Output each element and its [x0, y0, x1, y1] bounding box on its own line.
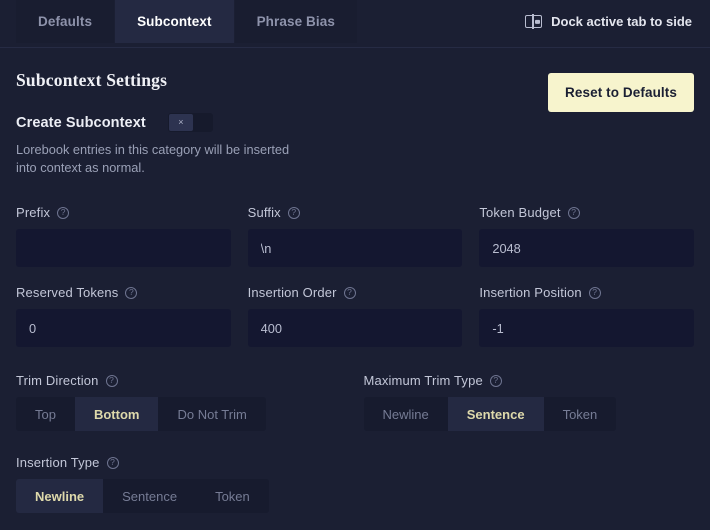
- segment-group-label-text: Insertion Type: [16, 455, 100, 471]
- segment-group-label-text: Trim Direction: [16, 373, 99, 389]
- field-label-text: Suffix: [247, 205, 281, 221]
- segment-group-label-text: Maximum Trim Type: [363, 373, 483, 389]
- field-label-insertion-position: Insertion Position?: [479, 285, 694, 300]
- settings-page: Reset to Defaults Subcontext Settings Cr…: [0, 70, 710, 514]
- input-reserved-tokens[interactable]: [16, 309, 231, 348]
- segment-trim-direction-bottom[interactable]: Bottom: [74, 397, 159, 432]
- create-subcontext-row: Create Subcontext ×: [16, 113, 694, 132]
- input-insertion-position[interactable]: [479, 309, 694, 348]
- toggle-knob-close-icon: ×: [168, 114, 193, 131]
- dock-button-label: Dock active tab to side: [551, 14, 692, 29]
- field-prefix: Prefix?: [16, 205, 231, 268]
- dock-active-tab-button[interactable]: Dock active tab to side: [525, 0, 692, 43]
- tab-bar: Defaults Subcontext Phrase Bias Dock activ…: [0, 0, 710, 48]
- field-insertion-position: Insertion Position?: [479, 285, 694, 348]
- settings-field-grid: Prefix?Suffix?Token Budget?Reserved Toke…: [16, 205, 694, 348]
- segmented-control-groups: Trim Direction? Top Bottom Do Not Trim Maxim…: [16, 373, 695, 514]
- help-icon[interactable]: ?: [105, 374, 118, 387]
- field-insertion-order: Insertion Order?: [247, 285, 463, 348]
- tab-subcontext[interactable]: Subcontext: [115, 0, 235, 43]
- segment-insertion-type-sentence[interactable]: Sentence: [103, 479, 197, 514]
- field-label-prefix: Prefix?: [16, 205, 231, 220]
- create-subcontext-description: Lorebook entries in this category will b…: [16, 142, 290, 176]
- segment-trim-direction-top[interactable]: Top: [16, 397, 75, 432]
- segment-trim-direction-do-not-trim[interactable]: Do Not Trim: [158, 397, 266, 432]
- field-label-text: Insertion Position: [479, 285, 582, 301]
- field-label-token-budget: Token Budget?: [479, 205, 694, 220]
- help-icon[interactable]: ?: [287, 206, 300, 219]
- tab-defaults[interactable]: Defaults: [16, 0, 116, 43]
- field-label-suffix: Suffix?: [248, 205, 463, 220]
- segmented-control-insertion-type: Newline Sentence Token: [16, 479, 269, 514]
- segment-group-label-maximum-trim-type: Maximum Trim Type?: [364, 373, 695, 388]
- field-label-text: Reserved Tokens: [16, 285, 119, 301]
- help-icon[interactable]: ?: [343, 286, 356, 299]
- tab-label: Subcontext: [137, 14, 212, 29]
- field-label-text: Prefix: [16, 205, 51, 221]
- tab-phrase-bias[interactable]: Phrase Bias: [234, 0, 358, 43]
- field-label-reserved-tokens: Reserved Tokens?: [16, 285, 231, 300]
- help-icon[interactable]: ?: [106, 456, 119, 469]
- field-label-insertion-order: Insertion Order?: [248, 285, 463, 300]
- create-subcontext-toggle[interactable]: ×: [167, 113, 213, 132]
- segment-group-maximum-trim-type: Maximum Trim Type? Newline Sentence Token: [363, 373, 695, 432]
- create-subcontext-label: Create Subcontext: [16, 114, 146, 131]
- segment-maximum-trim-type-sentence[interactable]: Sentence: [447, 397, 544, 432]
- help-icon[interactable]: ?: [489, 374, 502, 387]
- input-insertion-order[interactable]: [247, 309, 463, 348]
- segment-group-insertion-type: Insertion Type? Newline Sentence Token: [16, 455, 347, 514]
- field-reserved-tokens: Reserved Tokens?: [16, 285, 231, 348]
- segment-maximum-trim-type-newline[interactable]: Newline: [363, 397, 448, 432]
- dock-to-side-icon: [525, 14, 543, 29]
- field-label-text: Token Budget: [479, 205, 561, 221]
- reset-to-defaults-button[interactable]: Reset to Defaults: [548, 73, 694, 112]
- field-token-budget: Token Budget?: [479, 205, 694, 268]
- tab-label: Defaults: [38, 14, 93, 29]
- input-suffix[interactable]: [247, 229, 463, 268]
- field-label-text: Insertion Order: [247, 285, 337, 301]
- help-icon[interactable]: ?: [125, 286, 138, 299]
- tab-label: Phrase Bias: [256, 14, 335, 29]
- segment-insertion-type-newline[interactable]: Newline: [16, 479, 104, 514]
- help-icon[interactable]: ?: [57, 206, 70, 219]
- help-icon[interactable]: ?: [567, 206, 580, 219]
- segment-group-label-trim-direction: Trim Direction?: [16, 373, 347, 388]
- input-prefix[interactable]: [16, 229, 231, 268]
- segment-group-trim-direction: Trim Direction? Top Bottom Do Not Trim: [16, 373, 347, 432]
- segmented-control-trim-direction: Top Bottom Do Not Trim: [16, 397, 266, 432]
- input-token-budget[interactable]: [479, 229, 694, 268]
- segment-insertion-type-token[interactable]: Token: [196, 479, 269, 514]
- segment-group-label-insertion-type: Insertion Type?: [16, 455, 347, 470]
- segmented-control-maximum-trim-type: Newline Sentence Token: [363, 397, 617, 432]
- help-icon[interactable]: ?: [588, 286, 601, 299]
- segment-maximum-trim-type-token[interactable]: Token: [543, 397, 617, 432]
- field-suffix: Suffix?: [247, 205, 463, 268]
